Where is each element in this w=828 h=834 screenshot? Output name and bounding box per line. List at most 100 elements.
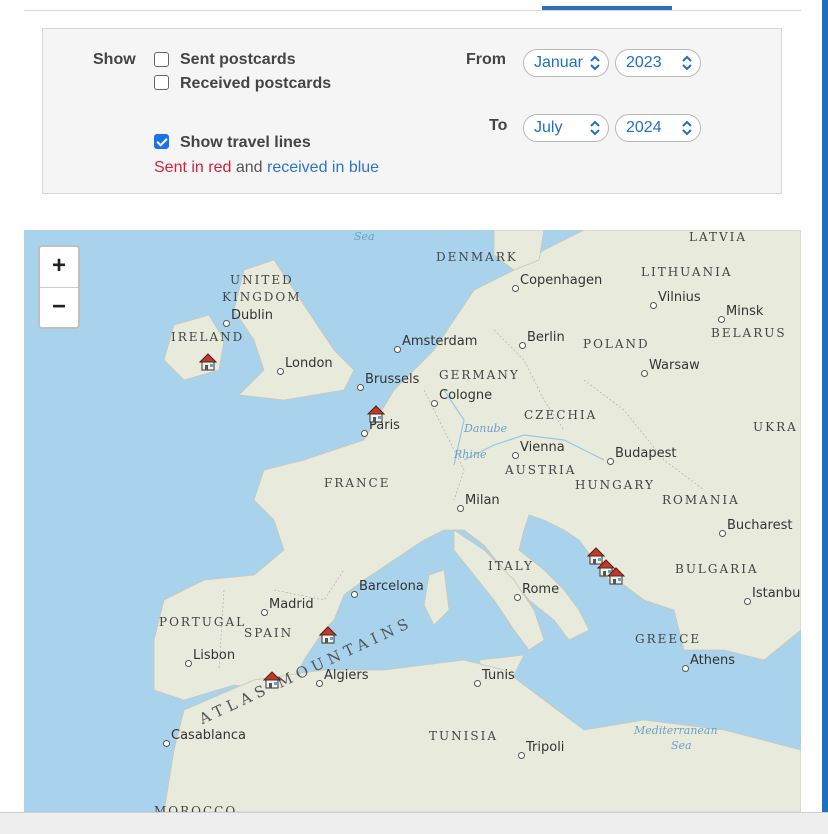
country-label: LITHUANIA [641,265,733,279]
house-marker-icon[interactable] [198,352,218,372]
chevron-updown-icon [590,120,600,136]
sent-checkbox[interactable] [154,52,169,67]
city-dot [457,505,464,512]
scrollbar-accent [822,0,828,812]
to-year-select[interactable]: 2024 [615,114,701,142]
city-label: Lisbon [193,648,236,663]
city-dot [514,594,521,601]
country-label: HUNGARY [575,478,655,492]
country-label: ROMANIA [662,493,740,507]
legend-and: and [235,159,263,176]
country-label: SPAIN [244,626,294,640]
city-label: Rome [522,582,560,597]
from-month-value: Januar [534,54,583,71]
city-dot [512,285,519,292]
city-dot [650,302,657,309]
sent-label[interactable]: Sent postcards [180,51,296,69]
active-tab-indicator [542,6,672,10]
city-label: Copenhagen [520,273,603,288]
country-label: MOROCCO [154,804,238,812]
country-label: IRELAND [171,330,245,344]
to-year-value: 2024 [626,119,662,136]
city-dot [607,458,614,465]
from-month-select[interactable]: Januar [523,49,609,77]
country-label: BELARUS [711,326,787,340]
country-label: LATVIA [689,230,748,244]
house-marker-icon[interactable] [262,670,282,690]
from-year-select[interactable]: 2023 [615,49,701,77]
zoom-out-button[interactable]: − [40,288,78,328]
house-marker-icon[interactable] [606,566,626,586]
to-month-select[interactable]: July [523,114,609,142]
zoom-in-button[interactable]: + [40,247,78,288]
country-label: ITALY [488,559,534,573]
europe-map[interactable]: Copenhagen Vilnius Minsk Dublin Amsterdam Ber… [24,230,801,812]
city-label: Cologne [439,388,493,403]
country-label: UNITED [230,273,294,287]
country-label: GERMANY [439,368,520,382]
city-dot [351,591,358,598]
country-label: TUNISIA [429,729,498,743]
city-dot [223,320,230,327]
city-dot [682,665,689,672]
city-dot [512,452,519,459]
feature-label: Mediterranean [634,724,718,737]
travel-legend: Sent in red and received in blue [154,159,379,177]
country-label: CZECHIA [524,408,598,422]
country-label: POLAND [583,337,650,351]
city-dot [394,346,401,353]
legend-received: received in blue [267,159,380,176]
to-label: To [489,117,508,134]
city-label: Milan [465,493,500,508]
travel-lines-checkbox[interactable] [154,134,169,149]
city-dot [163,740,170,747]
city-label: Minsk [726,304,764,319]
from-year-value: 2023 [626,54,662,71]
feature-label: Sea [354,230,375,243]
city-label: Vilnius [658,290,701,305]
city-label: Barcelona [359,579,424,594]
country-label: AUSTRIA [505,463,577,477]
city-label: Warsaw [649,358,700,373]
chevron-updown-icon [682,55,692,71]
city-dot [185,660,192,667]
city-dot [261,609,268,616]
received-checkbox[interactable] [154,75,169,90]
country-label: FRANCE [324,476,391,490]
to-month-value: July [534,119,563,136]
city-dot [431,400,438,407]
from-label: From [466,51,506,68]
house-marker-icon[interactable] [366,404,386,424]
house-marker-icon[interactable] [318,625,338,645]
city-dot [719,530,726,537]
country-label: PORTUGAL [159,615,247,629]
city-label: Amsterdam [402,334,478,349]
city-label: Casablanca [171,728,246,743]
feature-label: Rhine [454,448,487,461]
city-label: Istanbul [752,586,801,601]
city-label: Berlin [527,330,565,345]
chevron-updown-icon [590,55,600,71]
received-label[interactable]: Received postcards [180,75,331,93]
city-label: Bucharest [727,518,793,533]
city-dot [519,342,526,349]
city-dot [316,680,323,687]
city-dot [718,316,725,323]
show-label: Show [93,51,136,68]
country-label: DENMARK [436,250,518,264]
country-label: KINGDOM [222,290,302,304]
city-label: Dublin [231,308,273,323]
city-dot [357,384,364,391]
city-dot [641,370,648,377]
city-dot [518,752,525,759]
city-dot [361,430,368,437]
chevron-updown-icon [682,120,692,136]
city-label: Budapest [615,446,677,461]
city-label: Tunis [482,668,515,683]
bottom-bar [0,812,828,834]
travel-lines-label[interactable]: Show travel lines [180,134,311,152]
tab-underline [24,10,801,11]
country-label: BULGARIA [675,562,759,576]
city-label: Madrid [269,597,314,612]
feature-label: Danube [464,422,508,435]
